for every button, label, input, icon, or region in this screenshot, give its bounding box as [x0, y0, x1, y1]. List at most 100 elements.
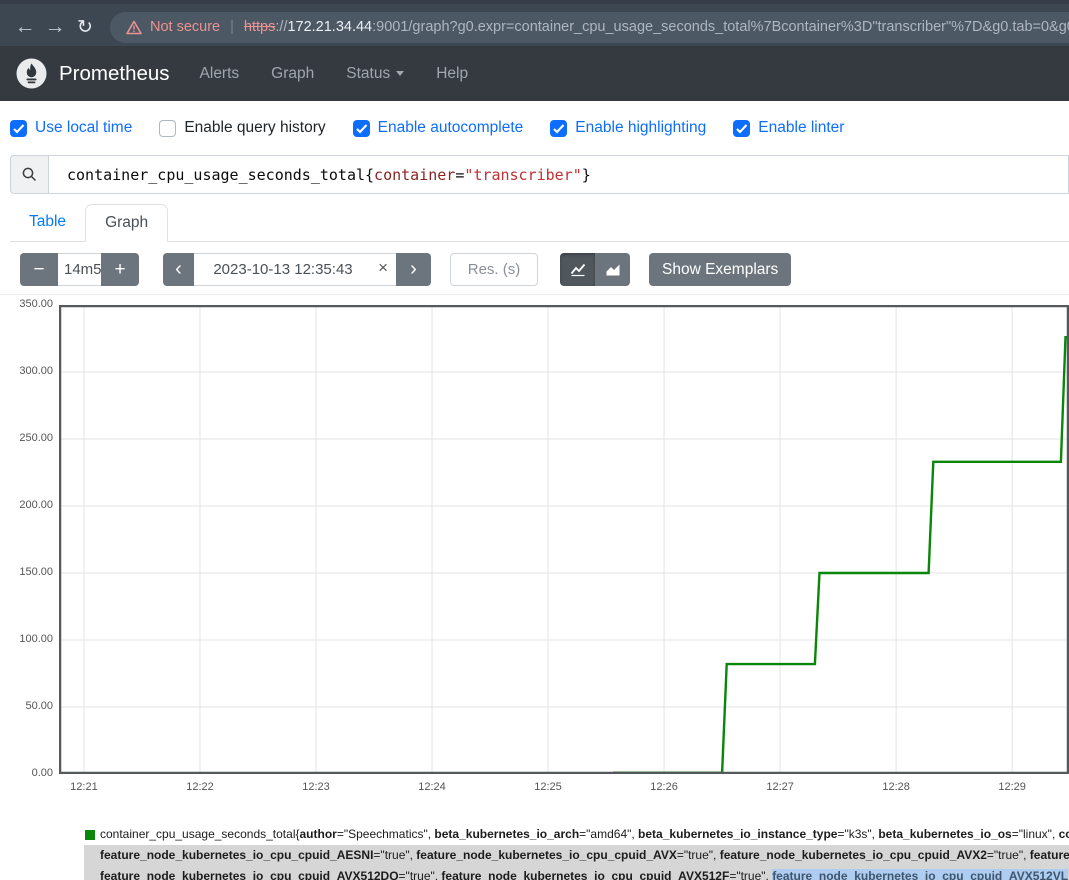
legend-label-segment: feature_node_kubernetes_io_cpu_cpuid_AVX — [416, 848, 677, 862]
checkbox-enable-query-history[interactable]: Enable query history — [159, 119, 325, 137]
duration-input[interactable] — [58, 253, 101, 286]
time-prev-button[interactable]: ‹ — [163, 253, 194, 286]
x-axis-label: 12:28 — [874, 781, 918, 793]
x-axis-label: 12:22 — [178, 781, 222, 793]
checkbox-use-local-time[interactable]: Use local time — [10, 119, 132, 137]
y-axis-label: 0.00 — [0, 767, 53, 779]
legend-line[interactable]: feature_node_kubernetes_io_cpu_cpuid_AVX… — [84, 866, 1069, 880]
legend-line[interactable]: container_cpu_usage_seconds_total{author… — [84, 824, 1069, 845]
tab-graph[interactable]: Graph — [85, 204, 168, 242]
query-token: = — [455, 166, 464, 184]
legend-label-segment: feature_node_kubernetes_io_cpu_cpuid_AVX… — [100, 869, 399, 880]
x-axis-label: 12:27 — [758, 781, 802, 793]
x-axis-label: 12:24 — [410, 781, 454, 793]
legend-label-segment: feature_node_kubernetes_io_cpu_cpuid_AES… — [100, 848, 373, 862]
query-token: "transcriber" — [464, 166, 581, 184]
y-axis-label: 250.00 — [0, 432, 53, 444]
tab-table[interactable]: Table — [10, 204, 85, 241]
nav-item-status[interactable]: Status — [346, 65, 404, 83]
nav-item-graph[interactable]: Graph — [271, 65, 314, 83]
legend-swatch — [85, 830, 95, 840]
url-text: https://172.21.34.44:9001/graph?g0.expr=… — [244, 19, 1069, 35]
x-axis-label: 12:26 — [642, 781, 686, 793]
legend-label-segment: ="k3s", — [837, 827, 878, 841]
resolution-input[interactable] — [450, 253, 538, 286]
legend-label-segment: ="amd64", — [579, 827, 638, 841]
legend-label-segment: beta_kubernetes_io_os — [878, 827, 1011, 841]
address-bar[interactable]: Not secure | https://172.21.34.44:9001/g… — [110, 12, 1069, 43]
checked-checkbox-icon[interactable] — [550, 120, 567, 137]
legend-line[interactable]: feature_node_kubernetes_io_cpu_cpuid_AES… — [84, 845, 1069, 866]
checkbox-label: Enable highlighting — [575, 119, 706, 137]
stacked-chart-icon — [605, 262, 621, 277]
time-next-button[interactable]: › — [396, 253, 431, 286]
browser-forward-button[interactable]: → — [40, 15, 70, 39]
checked-checkbox-icon[interactable] — [353, 120, 370, 137]
x-axis-label: 12:23 — [294, 781, 338, 793]
show-exemplars-button[interactable]: Show Exemplars — [649, 253, 791, 286]
address-divider: | — [230, 19, 234, 35]
x-axis-label: 12:29 — [990, 781, 1034, 793]
checkbox-enable-autocomplete[interactable]: Enable autocomplete — [353, 119, 524, 137]
y-axis-label: 150.00 — [0, 566, 53, 578]
checkbox-enable-highlighting[interactable]: Enable highlighting — [550, 119, 706, 137]
query-input[interactable]: container_cpu_usage_seconds_total{contai… — [49, 155, 1069, 194]
query-token: } — [582, 166, 591, 184]
legend-label-segment: beta_kubernetes_io_instance_type — [638, 827, 837, 841]
legend-label-segment: feature_node_kubernetes_io_cpu_cpuid_AVX… — [772, 869, 1068, 880]
duration-increment-button[interactable]: + — [101, 253, 139, 286]
y-axis-label: 100.00 — [0, 633, 53, 645]
brand-title[interactable]: Prometheus — [59, 62, 170, 86]
checkbox-label: Enable linter — [758, 119, 844, 137]
options-row: Use local time Enable query history Enable… — [0, 101, 1069, 151]
legend-label-segment: feature — [1030, 848, 1069, 862]
legend-label-segment: ="true", — [729, 869, 772, 880]
warning-icon — [126, 20, 142, 35]
legend-label-segment: ="true", — [399, 869, 442, 880]
checkbox-label: Use local time — [35, 119, 132, 137]
prometheus-logo-icon[interactable] — [16, 58, 47, 89]
stacked-chart-button[interactable] — [595, 253, 630, 286]
legend-label-segment: beta_kubernetes_io_arch — [434, 827, 579, 841]
unchecked-checkbox-icon[interactable] — [159, 120, 176, 137]
search-icon — [21, 166, 38, 183]
checkbox-enable-linter[interactable]: Enable linter — [733, 119, 844, 137]
x-axis-label: 12:25 — [526, 781, 570, 793]
graph-canvas[interactable] — [59, 305, 1069, 774]
y-axis-label: 350.00 — [0, 298, 53, 310]
checkbox-label: Enable autocomplete — [378, 119, 524, 137]
checkbox-label: Enable query history — [184, 119, 325, 137]
browser-reload-button[interactable]: ↻ — [70, 16, 100, 39]
legend-label-segment: container_cpu_usage_seconds_total{ — [100, 827, 300, 841]
legend-label-segment: ="Speechmatics", — [337, 827, 435, 841]
browser-back-button[interactable]: ← — [10, 15, 40, 39]
duration-decrement-button[interactable]: − — [20, 253, 58, 286]
browser-toolbar: ← → ↻ Not secure | https://172.21.34.44:… — [0, 0, 1069, 46]
nav-links: Alerts Graph Status Help — [200, 65, 469, 83]
line-chart-button[interactable] — [560, 253, 595, 286]
checked-checkbox-icon[interactable] — [10, 120, 27, 137]
legend-label-segment: feature_node_kubernetes_io_cpu_cpuid_AVX… — [441, 869, 729, 880]
legend-label-segment: author — [300, 827, 337, 841]
legend-label-segment: ="linux", — [1012, 827, 1059, 841]
query-token: container — [374, 166, 455, 184]
query-token: container_cpu_usage_seconds_total{ — [67, 166, 374, 184]
query-bar: container_cpu_usage_seconds_total{contai… — [10, 155, 1069, 194]
y-axis-label: 50.00 — [0, 700, 53, 712]
graph-panel: 0.0050.00100.00150.00200.00250.00300.003… — [0, 294, 1069, 797]
nav-item-help[interactable]: Help — [436, 65, 468, 83]
datetime-input[interactable] — [194, 253, 396, 286]
nav-item-alerts[interactable]: Alerts — [200, 65, 240, 83]
not-secure-label: Not secure — [150, 19, 220, 35]
x-axis-label: 12:21 — [62, 781, 106, 793]
caret-down-icon — [396, 71, 404, 76]
legend-label-segment: ="true", — [987, 848, 1030, 862]
prometheus-navbar: Prometheus Alerts Graph Status Help — [0, 46, 1069, 101]
checked-checkbox-icon[interactable] — [733, 120, 750, 137]
y-axis-label: 200.00 — [0, 499, 53, 511]
tabs: TableGraph — [10, 204, 1069, 242]
legend[interactable]: container_cpu_usage_seconds_total{author… — [84, 824, 1069, 880]
legend-label-segment: ="true", — [677, 848, 720, 862]
datetime-clear-icon[interactable]: × — [378, 258, 388, 278]
query-addon — [10, 155, 49, 194]
